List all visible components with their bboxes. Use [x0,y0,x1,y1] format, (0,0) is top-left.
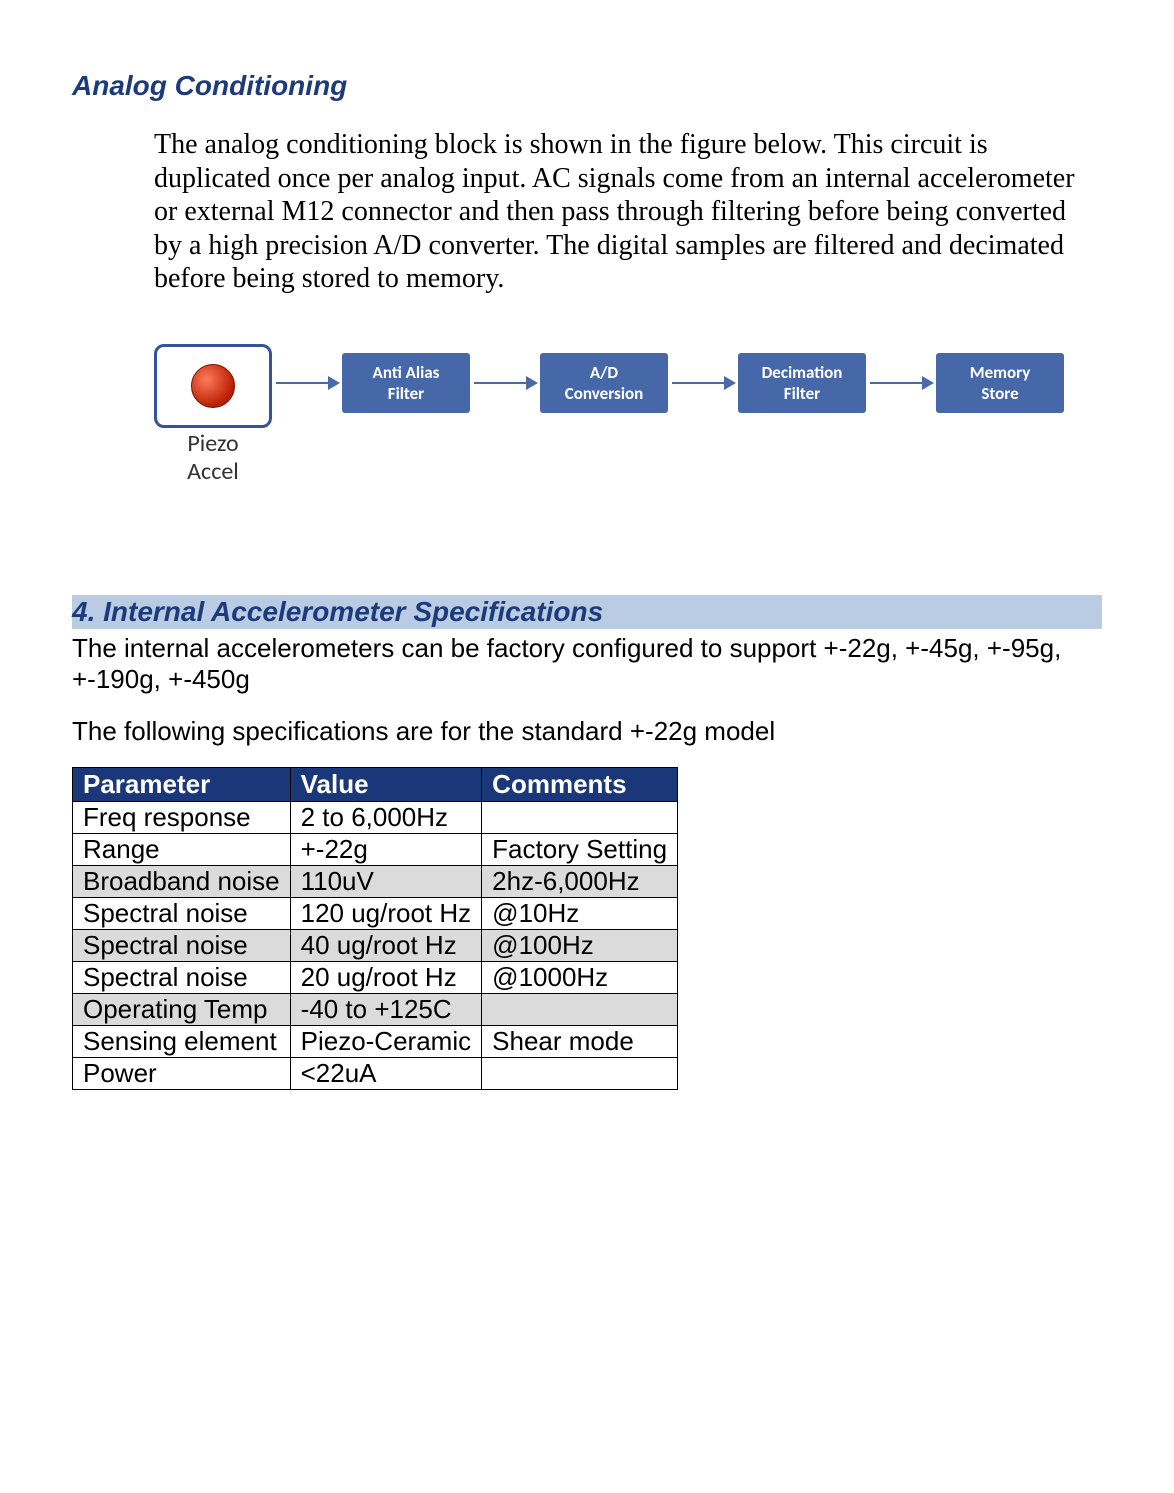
specifications-table: Parameter Value Comments Freq response2 … [72,767,678,1090]
table-cell [482,801,678,833]
table-cell: @100Hz [482,929,678,961]
table-cell: 40 ug/root Hz [290,929,482,961]
table-row: Power<22uA [73,1057,678,1089]
table-row: Range+-22gFactory Setting [73,833,678,865]
sensor-dot-icon [191,364,235,408]
table-cell: Spectral noise [73,897,291,929]
decimation-filter-block: DecimationFilter [738,353,866,413]
memory-store-block: MemoryStore [936,353,1064,413]
table-cell: -40 to +125C [290,993,482,1025]
table-cell [482,1057,678,1089]
table-cell [482,993,678,1025]
piezo-accel-label: PiezoAccel [187,430,239,485]
ad-conversion-block: A/DConversion [540,353,668,413]
table-cell: <22uA [290,1057,482,1089]
arrow-icon [672,382,734,384]
col-parameter: Parameter [73,767,291,801]
table-row: Broadband noise110uV2hz-6,000Hz [73,865,678,897]
table-cell: 2hz-6,000Hz [482,865,678,897]
col-value: Value [290,767,482,801]
table-cell: Piezo-Ceramic [290,1025,482,1057]
table-cell: Broadband noise [73,865,291,897]
table-cell: Shear mode [482,1025,678,1057]
table-cell: 20 ug/root Hz [290,961,482,993]
table-row: Spectral noise20 ug/root Hz@1000Hz [73,961,678,993]
arrow-icon [276,382,338,384]
anti-alias-filter-block: Anti AliasFilter [342,353,470,413]
table-cell: Factory Setting [482,833,678,865]
spec-intro-paragraph: The following specifications are for the… [72,716,1102,747]
table-cell: +-22g [290,833,482,865]
table-cell: @10Hz [482,897,678,929]
table-row: Spectral noise40 ug/root Hz@100Hz [73,929,678,961]
table-row: Operating Temp-40 to +125C [73,993,678,1025]
section-heading-accelerometer-specs: 4. Internal Accelerometer Specifications [72,595,1102,629]
table-row: Sensing elementPiezo-CeramicShear mode [73,1025,678,1057]
section-heading-analog-conditioning: Analog Conditioning [72,70,1102,102]
table-cell: 110uV [290,865,482,897]
table-cell: Operating Temp [73,993,291,1025]
table-cell: @1000Hz [482,961,678,993]
arrow-icon [474,382,536,384]
arrow-icon [870,382,932,384]
table-row: Freq response2 to 6,000Hz [73,801,678,833]
piezo-accel-icon [154,344,272,428]
table-row: Spectral noise120 ug/root Hz@10Hz [73,897,678,929]
table-cell: Spectral noise [73,961,291,993]
signal-chain-diagram: PiezoAccel Anti AliasFilter A/DConversio… [154,344,1102,485]
col-comments: Comments [482,767,678,801]
table-cell: Freq response [73,801,291,833]
table-header-row: Parameter Value Comments [73,767,678,801]
accel-config-paragraph: The internal accelerometers can be facto… [72,633,1102,695]
table-cell: Sensing element [73,1025,291,1057]
table-cell: 120 ug/root Hz [290,897,482,929]
analog-conditioning-paragraph: The analog conditioning block is shown i… [154,128,1084,296]
table-cell: Spectral noise [73,929,291,961]
table-cell: Range [73,833,291,865]
table-cell: 2 to 6,000Hz [290,801,482,833]
table-cell: Power [73,1057,291,1089]
